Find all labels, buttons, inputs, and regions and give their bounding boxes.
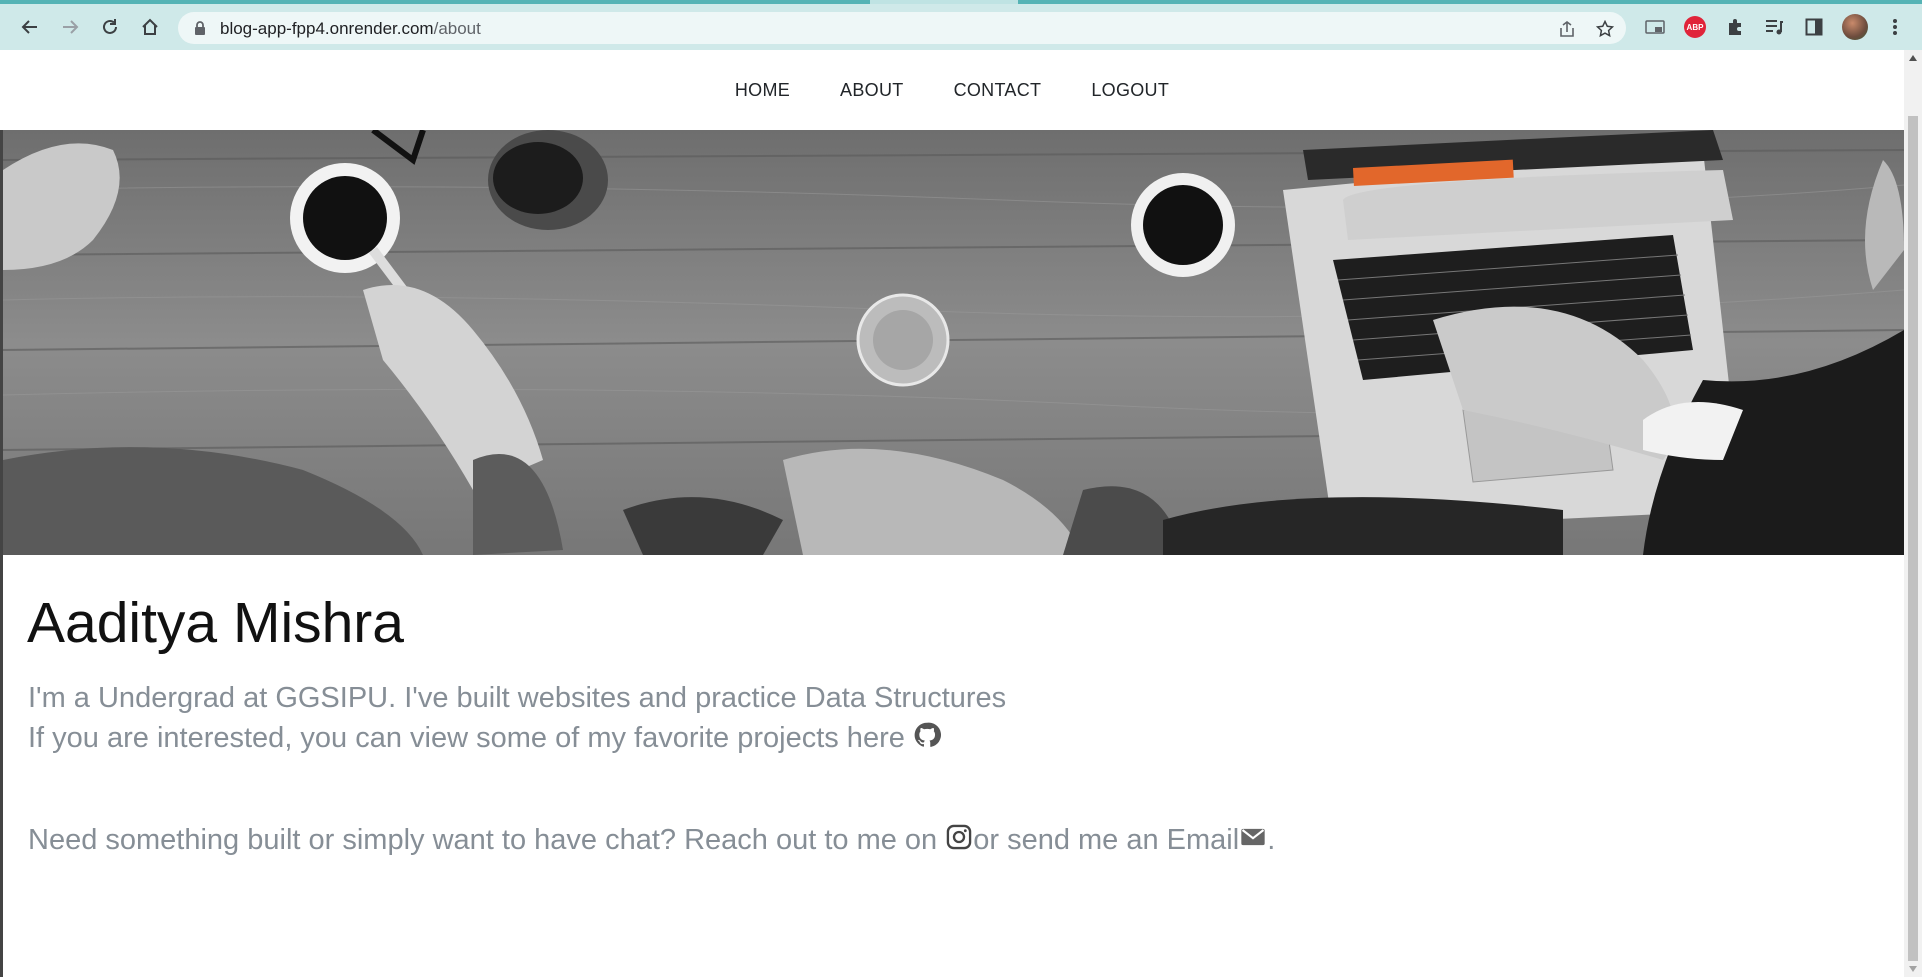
reload-button[interactable] [94,11,126,43]
instagram-link[interactable] [945,822,973,862]
back-arrow-icon [21,20,37,34]
cast-icon[interactable] [1642,14,1668,40]
profile-avatar[interactable] [1842,14,1868,40]
about-line-1-text: I'm a Undergrad at GGSIPU. I've built we… [28,682,1007,714]
email-link[interactable] [1239,822,1267,862]
forward-button[interactable] [54,11,86,43]
nav-contact[interactable]: CONTACT [929,80,1067,101]
hero-image [3,130,1904,555]
chrome-menu-icon[interactable] [1882,14,1908,40]
scroll-up-arrow-icon[interactable] [1904,50,1922,66]
about-line-1: I'm a Undergrad at GGSIPU. I've built we… [28,678,1006,718]
lock-icon [194,21,206,40]
share-icon[interactable] [1556,18,1578,40]
about-line-3-mid: or send me an Email [973,824,1240,856]
github-icon [914,722,941,747]
email-icon [1241,828,1265,846]
github-link[interactable] [913,720,941,760]
instagram-icon [946,824,972,850]
site-navbar: HOME ABOUT CONTACT LOGOUT [0,50,1904,130]
nav-logout[interactable]: LOGOUT [1066,80,1194,101]
page-scrollbar[interactable] [1904,50,1922,977]
scrollbar-thumb[interactable] [1908,116,1918,961]
address-bar[interactable]: blog-app-fpp4.onrender.com/about [178,12,1626,44]
media-control-icon[interactable] [1761,14,1787,40]
about-line-3-end: . [1267,824,1276,856]
author-name-heading: Aaditya Mishra [27,591,404,655]
back-button[interactable] [14,11,46,43]
forward-arrow-icon [63,20,79,34]
about-line-3-start: Need something built or simply want to h… [28,824,946,856]
side-panel-icon[interactable] [1801,14,1827,40]
nav-home[interactable]: HOME [710,80,815,101]
avatar [1842,14,1868,40]
url-path: /about [433,19,481,38]
page-viewport: HOME ABOUT CONTACT LOGOUT Aaditya Mishra… [0,50,1904,977]
home-icon [142,18,158,35]
bookmark-star-icon[interactable] [1594,18,1616,40]
browser-toolbar: blog-app-fpp4.onrender.com/about ABP [0,4,1922,50]
about-line-2: If you are interested, you can view some… [28,718,941,760]
nav-about[interactable]: ABOUT [815,80,929,101]
coffee-meeting-photo [3,130,1904,555]
about-line-3: Need something built or simply want to h… [28,820,1275,862]
adblock-extension-button[interactable]: ABP [1682,14,1708,40]
reload-icon [103,19,117,34]
url-text: blog-app-fpp4.onrender.com/about [220,19,481,39]
adblock-icon: ABP [1684,16,1706,38]
scroll-down-arrow-icon[interactable] [1904,961,1922,977]
about-line-2-text: If you are interested, you can view some… [28,722,905,754]
home-button[interactable] [134,11,166,43]
url-host: blog-app-fpp4.onrender.com [220,19,434,38]
extensions-puzzle-icon[interactable] [1722,14,1748,40]
